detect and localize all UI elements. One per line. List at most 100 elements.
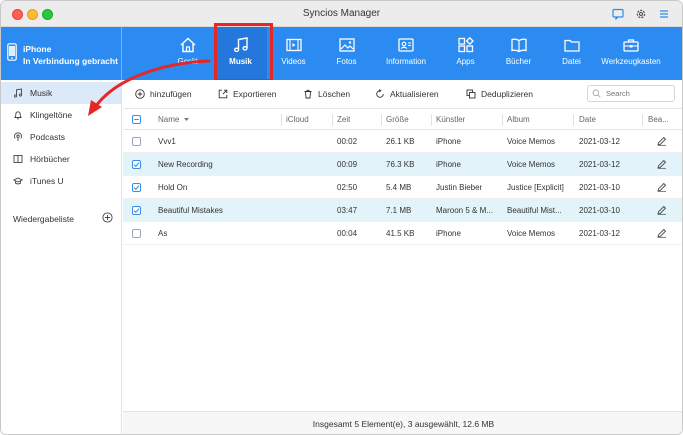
nav-label: Videos — [281, 57, 306, 66]
app-window: Syncios Manager iPhone In Verbindung geb… — [0, 0, 683, 435]
header-name-label: Name — [158, 115, 180, 124]
cell-name: Vvv1 — [158, 136, 176, 146]
cell-artist: iPhone — [436, 228, 461, 238]
sidebar-item-klingeltoene[interactable]: Klingeltöne — [1, 104, 121, 126]
edit-icon[interactable] — [657, 176, 667, 198]
table-header: Name iCloud Zeit Größe Künstler Album Da… — [123, 110, 682, 130]
sidebar-item-podcasts[interactable]: Podcasts — [1, 126, 121, 148]
sidebar-item-musik[interactable]: Musik — [1, 82, 121, 104]
dedupe-button[interactable]: Deduplizieren — [466, 89, 533, 99]
nav-label: Musik — [229, 57, 252, 66]
nav-geraet[interactable]: Gerät — [161, 27, 214, 80]
sidebar-item-label: iTunes U — [30, 176, 64, 186]
cell-artist: Maroon 5 & M... — [436, 205, 493, 215]
select-all-checkbox[interactable] — [132, 110, 141, 129]
sidebar-item-itunes-u[interactable]: iTunes U — [1, 170, 121, 192]
cell-artist: iPhone — [436, 136, 461, 146]
nav-videos[interactable]: Videos — [267, 27, 320, 80]
cell-date: 2021-03-10 — [579, 182, 620, 192]
settings-gear-icon[interactable] — [634, 7, 647, 20]
header-artist[interactable]: Künstler — [436, 110, 465, 129]
edit-icon[interactable] — [657, 130, 667, 152]
window-title: Syncios Manager — [302, 8, 381, 19]
playlist-label: Wiedergabeliste — [13, 213, 74, 224]
nav-datei[interactable]: Datei — [545, 27, 598, 80]
table-row[interactable]: Beautiful Mistakes 03:47 7.1 MB Maroon 5… — [123, 199, 682, 222]
row-checkbox[interactable] — [132, 222, 141, 244]
cell-time: 00:02 — [337, 136, 358, 146]
nav-musik[interactable]: Musik — [214, 23, 273, 82]
edit-icon[interactable] — [657, 199, 667, 221]
graduation-cap-icon — [13, 177, 23, 185]
delete-label: Löschen — [318, 89, 351, 99]
phone-icon — [7, 43, 17, 63]
header-icloud[interactable]: iCloud — [286, 110, 309, 129]
nav-label: Gerät — [177, 57, 198, 66]
edit-icon[interactable] — [657, 153, 667, 175]
cell-time: 00:09 — [337, 159, 358, 169]
header-time[interactable]: Zeit — [337, 110, 350, 129]
nav-label: Werkzeugkasten — [601, 57, 661, 66]
contact-icon — [398, 38, 414, 52]
feedback-icon[interactable] — [611, 7, 624, 20]
cell-name: Beautiful Mistakes — [158, 205, 223, 215]
nav-werkzeugkasten[interactable]: Werkzeugkasten — [598, 27, 664, 80]
add-playlist-icon[interactable] — [102, 212, 113, 225]
nav-buecher[interactable]: Bücher — [492, 27, 545, 80]
header-edit[interactable]: Bea... — [648, 110, 669, 129]
add-button[interactable]: hinzufügen — [135, 89, 192, 99]
action-toolbar: hinzufügen Exportieren Löschen Aktualisi… — [123, 80, 682, 109]
edit-icon[interactable] — [657, 222, 667, 244]
header-size[interactable]: Größe — [386, 110, 409, 129]
bell-icon — [14, 111, 22, 120]
header-album[interactable]: Album — [507, 110, 530, 129]
cell-name: As — [158, 228, 168, 238]
audiobook-icon — [13, 155, 23, 163]
cell-artist: Justin Bieber — [436, 182, 483, 192]
nav-label: Apps — [456, 57, 475, 66]
cell-album: Beautiful Mist... — [507, 205, 562, 215]
nav-fotos[interactable]: Fotos — [320, 27, 373, 80]
row-checkbox[interactable] — [132, 130, 141, 152]
row-checkbox[interactable] — [132, 199, 141, 221]
nav-apps[interactable]: Apps — [439, 27, 492, 80]
device-name: iPhone — [23, 44, 52, 54]
row-checkbox[interactable] — [132, 176, 141, 198]
nav-label: Fotos — [336, 57, 357, 66]
cell-size: 76.3 KB — [386, 159, 415, 169]
cell-name: New Recording — [158, 159, 213, 169]
cell-size: 26.1 KB — [386, 136, 415, 146]
row-checkbox[interactable] — [132, 153, 141, 175]
table-row[interactable]: As 00:04 41.5 KB iPhone Voice Memos 2021… — [123, 222, 682, 245]
nav-label: Bücher — [505, 57, 532, 66]
nav-label: Information — [385, 57, 427, 66]
sidebar-item-label: Hörbücher — [30, 154, 70, 164]
delete-button[interactable]: Löschen — [303, 89, 350, 99]
menu-icon[interactable] — [657, 7, 670, 20]
add-label: hinzufügen — [150, 89, 192, 99]
device-panel[interactable]: iPhone In Verbindung gebracht — [1, 27, 122, 80]
cell-artist: iPhone — [436, 159, 461, 169]
cell-date: 2021-03-10 — [579, 205, 620, 215]
sidebar-item-hoerbuecher[interactable]: Hörbücher — [1, 148, 121, 170]
cell-size: 7.1 MB — [386, 205, 412, 215]
table-row[interactable]: Vvv1 00:02 26.1 KB iPhone Voice Memos 20… — [123, 130, 682, 153]
header-date[interactable]: Date — [579, 110, 596, 129]
trash-icon — [304, 89, 312, 99]
video-icon — [285, 38, 302, 52]
cell-time: 03:47 — [337, 205, 358, 215]
table-row[interactable]: Hold On 02:50 5.4 MB Justin Bieber Justi… — [123, 176, 682, 199]
nav-label: Datei — [562, 57, 581, 66]
cell-date: 2021-03-12 — [579, 228, 620, 238]
header-name[interactable]: Name — [158, 110, 190, 129]
refresh-button[interactable]: Aktualisieren — [375, 89, 439, 99]
nav-information[interactable]: Information — [373, 27, 439, 80]
sidebar-item-label: Klingeltöne — [30, 110, 73, 120]
cell-time: 00:04 — [337, 228, 358, 238]
cell-time: 02:50 — [337, 182, 358, 192]
export-button[interactable]: Exportieren — [218, 89, 276, 99]
folder-icon — [563, 39, 580, 52]
duplicate-icon — [466, 89, 476, 99]
home-icon — [180, 37, 195, 53]
table-row[interactable]: New Recording 00:09 76.3 KB iPhone Voice… — [123, 153, 682, 176]
